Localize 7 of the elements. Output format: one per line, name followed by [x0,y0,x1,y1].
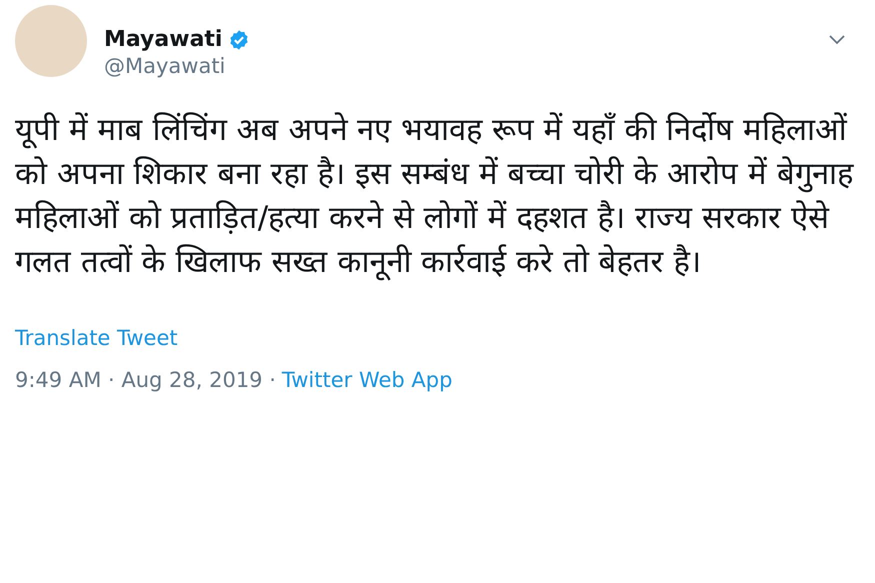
author-name[interactable]: Mayawati [104,27,222,52]
tweet-text: यूपी में माब लिंचिंग अब अपने नए भयावह रूप में यहाँ की निर्दोष महिलाओं को अपना शिकार बना रहा है। इस सम्बंध में बच्चा चोरी के आरोप में बेगुनाह महिलाओं को प्रताड़ित/हत्या करने से लोगों में दहशत है। राज्य सरकार ऐसे गलत तत्वों के खिलाफ सख्त कानूनी कार्रवाई करे तो बेहतर है। [15,111,855,282]
chevron-down-icon[interactable] [829,35,845,45]
author-handle[interactable]: @Mayawati [104,54,829,78]
tweet-timestamp: 9:49 AM · Aug 28, 2019 · [15,368,276,392]
source-link[interactable]: Twitter Web App [282,368,452,392]
translate-link[interactable]: Translate Tweet [15,326,178,350]
